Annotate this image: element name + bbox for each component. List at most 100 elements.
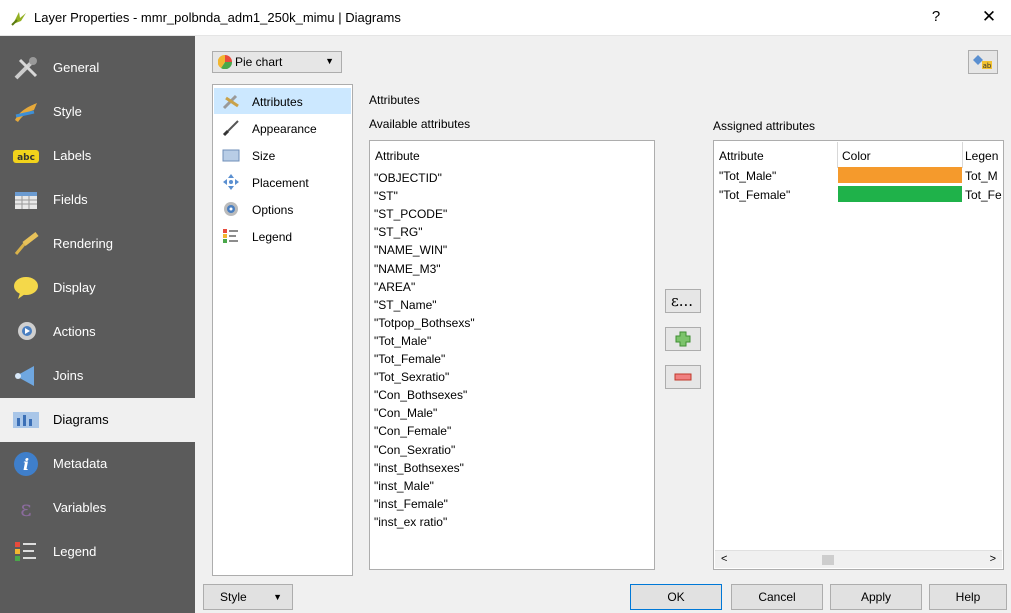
sidebar-item-actions[interactable]: Actions — [0, 310, 195, 354]
column-divider — [837, 142, 838, 168]
attribute-list-item[interactable]: "Con_Female" — [374, 424, 451, 438]
legend-icon — [15, 542, 36, 561]
attribute-list-item[interactable]: "Tot_Sexratio" — [374, 370, 449, 384]
column-header-color[interactable]: Color — [842, 149, 871, 163]
attribute-list-item[interactable]: "inst_ex ratio" — [374, 515, 447, 529]
attribute-list-item[interactable]: "OBJECTID" — [374, 171, 442, 185]
assigned-color-swatch[interactable] — [838, 167, 962, 183]
assigned-attributes-table[interactable]: Attribute Color Legen "Tot_Male" Tot_M "… — [713, 140, 1004, 570]
joins-icon — [15, 366, 34, 386]
style-menu-button[interactable]: Style ▼ — [203, 584, 293, 610]
attribute-list-item[interactable]: "inst_Bothsexes" — [374, 461, 464, 475]
fields-icon — [15, 192, 37, 209]
assigned-attributes-title: Assigned attributes — [713, 119, 816, 133]
actions-icon — [18, 322, 36, 340]
close-button[interactable]: ✕ — [978, 7, 1000, 27]
attribute-list-item[interactable]: "Tot_Female" — [374, 352, 445, 366]
apply-button[interactable]: Apply — [830, 584, 922, 610]
assigned-legend-cell[interactable]: Tot_M — [965, 169, 1003, 183]
svg-text:i: i — [23, 455, 29, 474]
attribute-list-item[interactable]: "inst_Female" — [374, 497, 448, 511]
sidebar-item-general[interactable]: General — [0, 46, 195, 90]
ok-button[interactable]: OK — [630, 584, 722, 610]
display-icon — [14, 277, 38, 299]
svg-text:abc: abc — [17, 153, 35, 163]
subnav-item-options[interactable]: Options — [214, 196, 351, 222]
help-button[interactable]: Help — [929, 584, 1007, 610]
scroll-left-icon[interactable]: < — [721, 553, 727, 565]
style-button-label: Style — [220, 590, 247, 604]
attribute-list-item[interactable]: "ST_Name" — [374, 298, 437, 312]
subnav-item-size[interactable]: Size — [214, 142, 351, 168]
attribute-list-item[interactable]: "ST" — [374, 189, 398, 203]
qgis-logo-icon — [11, 12, 26, 26]
attributes-icon — [222, 94, 239, 110]
column-header-legend[interactable]: Legen — [965, 149, 998, 163]
subnav-item-legend[interactable]: Legend — [214, 223, 351, 249]
available-attributes-header: Attribute — [375, 149, 420, 163]
add-toolbar-button[interactable]: ab — [968, 50, 998, 74]
available-attributes-list[interactable]: Attribute "OBJECTID" "ST" "ST_PCODE" "ST_RG… — [369, 140, 655, 570]
sidebar-item-joins[interactable]: Joins — [0, 354, 195, 398]
attribute-list-item[interactable]: "ST_PCODE" — [374, 207, 447, 221]
variables-icon: ε — [20, 497, 31, 522]
assigned-legend-cell[interactable]: Tot_Fe — [965, 188, 1003, 202]
diagram-options-icon: ab — [973, 55, 992, 70]
metadata-icon: i — [14, 452, 38, 476]
assigned-color-swatch[interactable] — [838, 186, 962, 202]
attribute-list-item[interactable]: "Con_Bothsexes" — [374, 388, 467, 402]
general-icon — [14, 57, 38, 80]
help-title-button[interactable]: ? — [926, 8, 946, 25]
subnav-item-attributes[interactable]: Attributes — [214, 88, 351, 114]
options-icon — [224, 202, 238, 216]
sidebar-item-variables[interactable]: ε Variables — [0, 486, 195, 530]
sidebar-item-diagrams[interactable]: Diagrams — [0, 398, 195, 442]
subnav-item-appearance[interactable]: Appearance — [214, 115, 351, 141]
size-icon — [222, 149, 240, 162]
legend-list-icon — [223, 229, 238, 243]
remove-attribute-button[interactable] — [665, 365, 701, 389]
attribute-list-item[interactable]: "Con_Male" — [374, 406, 437, 420]
diagram-type-select[interactable]: Pie chart ▼ — [212, 51, 342, 73]
sidebar-item-labels[interactable]: abc Labels — [0, 134, 195, 178]
expression-button[interactable]: ε... — [665, 289, 701, 313]
attribute-list-item[interactable]: "NAME_WIN" — [374, 243, 447, 257]
plus-icon — [675, 331, 691, 347]
add-attribute-button[interactable] — [665, 327, 701, 351]
attribute-list-item[interactable]: "Con_Sexratio" — [374, 443, 455, 457]
attribute-list-item[interactable]: "NAME_M3" — [374, 262, 441, 276]
sidebar-item-legend[interactable]: Legend — [0, 530, 195, 574]
attribute-list-item[interactable]: "ST_RG" — [374, 225, 423, 239]
column-header-attribute[interactable]: Attribute — [719, 149, 764, 163]
pie-chart-icon — [218, 55, 232, 69]
expression-icon: ε... — [671, 292, 694, 310]
sidebar-item-style[interactable]: Style — [0, 90, 195, 134]
sidebar: General Style abc Labels Fields Renderin… — [0, 36, 195, 613]
minus-icon — [674, 373, 692, 381]
horizontal-scrollbar[interactable]: < > — [715, 550, 1002, 568]
scrollbar-thumb[interactable] — [822, 555, 834, 565]
placement-icon — [223, 174, 239, 190]
available-attributes-title: Available attributes — [369, 117, 471, 131]
sidebar-item-fields[interactable]: Fields — [0, 178, 195, 222]
svg-text:ε: ε — [20, 497, 31, 522]
scroll-right-icon[interactable]: > — [990, 553, 996, 565]
attribute-list-item[interactable]: "AREA" — [374, 280, 415, 294]
attribute-list-item[interactable]: "inst_Male" — [374, 479, 434, 493]
diagrams-icon — [13, 412, 39, 428]
column-divider — [962, 142, 963, 168]
rendering-icon — [14, 232, 39, 255]
assigned-attribute-cell[interactable]: "Tot_Female" — [719, 188, 790, 202]
sidebar-item-display[interactable]: Display — [0, 266, 195, 310]
diagram-subnav: Attributes Appearance Size Placement Opt… — [212, 84, 353, 576]
sidebar-item-metadata[interactable]: i Metadata — [0, 442, 195, 486]
subnav-item-placement[interactable]: Placement — [214, 169, 351, 195]
assigned-attribute-cell[interactable]: "Tot_Male" — [719, 169, 776, 183]
attribute-list-item[interactable]: "Tot_Male" — [374, 334, 431, 348]
sidebar-item-rendering[interactable]: Rendering — [0, 222, 195, 266]
style-icon — [15, 103, 37, 122]
diagram-type-value: Pie chart — [235, 55, 283, 69]
cancel-button[interactable]: Cancel — [731, 584, 823, 610]
chevron-down-icon: ▼ — [325, 56, 334, 66]
attribute-list-item[interactable]: "Totpop_Bothsexs" — [374, 316, 475, 330]
